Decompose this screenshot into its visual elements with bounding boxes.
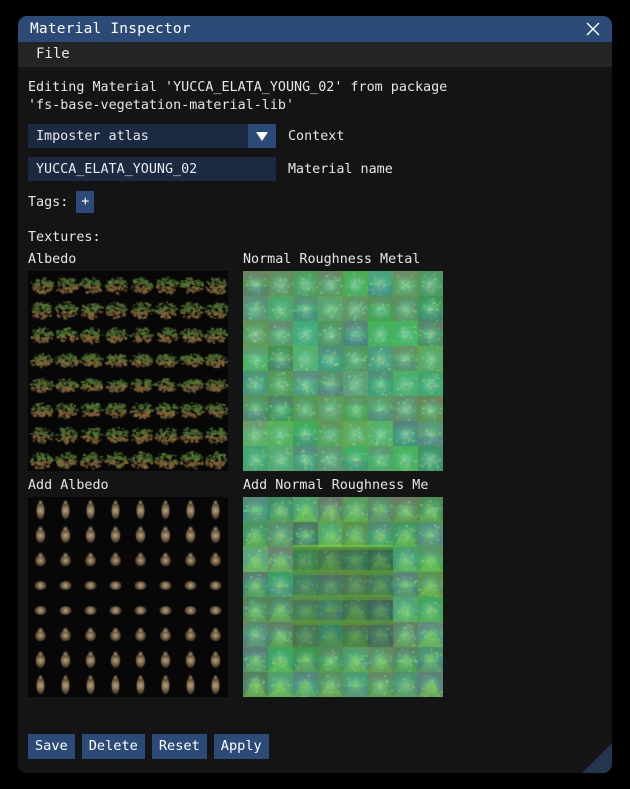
texture-image-add-normal-roughness-metal (243, 497, 443, 697)
delete-button[interactable]: Delete (81, 734, 145, 759)
inspector-body: Editing Material 'YUCCA_ELATA_YOUNG_02' … (18, 67, 612, 773)
texture-thumbnail-add-normal-roughness-metal[interactable] (243, 497, 443, 697)
resize-grip[interactable] (582, 743, 612, 773)
texture-label-normal-roughness-metal: Normal Roughness Metal (243, 252, 421, 267)
window-titlebar[interactable]: Material Inspector (18, 16, 612, 42)
texture-thumbnail-add-albedo[interactable] (28, 497, 228, 697)
textures-heading: Textures: (28, 230, 101, 245)
textures-grid: Albedo Normal Roughness Metal Add Albedo… (28, 245, 602, 697)
context-row: Imposter atlas Context (28, 124, 602, 148)
texture-thumbnail-normal-roughness-metal[interactable] (243, 271, 443, 471)
menu-bar: File (18, 42, 612, 67)
close-icon[interactable] (582, 18, 604, 40)
texture-slot-add-normal-roughness-metal: Add Normal Roughness Me (243, 471, 451, 697)
texture-label-add-normal-roughness-metal: Add Normal Roughness Me (243, 478, 429, 493)
material-inspector-window: Material Inspector File Editing Material… (18, 16, 612, 773)
context-select-value: Imposter atlas (36, 128, 149, 144)
texture-image-normal-roughness-metal (243, 271, 443, 471)
menu-item-file[interactable]: File (30, 42, 76, 67)
texture-thumbnail-albedo[interactable] (28, 271, 228, 471)
texture-slot-add-albedo: Add Albedo (28, 471, 236, 697)
add-tag-button[interactable]: + (76, 191, 95, 213)
texture-slot-albedo: Albedo (28, 245, 236, 471)
action-buttons: Save Delete Reset Apply (28, 734, 269, 759)
material-name-row: Material name (28, 157, 602, 181)
apply-button[interactable]: Apply (213, 734, 269, 759)
texture-label-add-albedo: Add Albedo (28, 478, 109, 493)
texture-image-albedo (28, 271, 228, 471)
context-label: Context (288, 128, 345, 144)
material-name-input[interactable] (28, 157, 276, 181)
description-line-1: Editing Material 'YUCCA_ELATA_YOUNG_02' … (28, 80, 448, 95)
description-line-2: 'fs-base-vegetation-material-lib' (28, 98, 295, 113)
material-name-label: Material name (288, 161, 393, 177)
tags-label: Tags: (28, 194, 69, 210)
texture-image-add-albedo (28, 497, 228, 697)
reset-button[interactable]: Reset (151, 734, 207, 759)
texture-label-albedo: Albedo (28, 252, 77, 267)
context-select[interactable]: Imposter atlas (28, 124, 276, 148)
tags-row: Tags: + (28, 191, 602, 213)
texture-slot-normal-roughness-metal: Normal Roughness Metal (243, 245, 451, 471)
chevron-down-icon[interactable] (248, 124, 276, 148)
save-button[interactable]: Save (28, 734, 75, 759)
window-title: Material Inspector (30, 21, 191, 37)
